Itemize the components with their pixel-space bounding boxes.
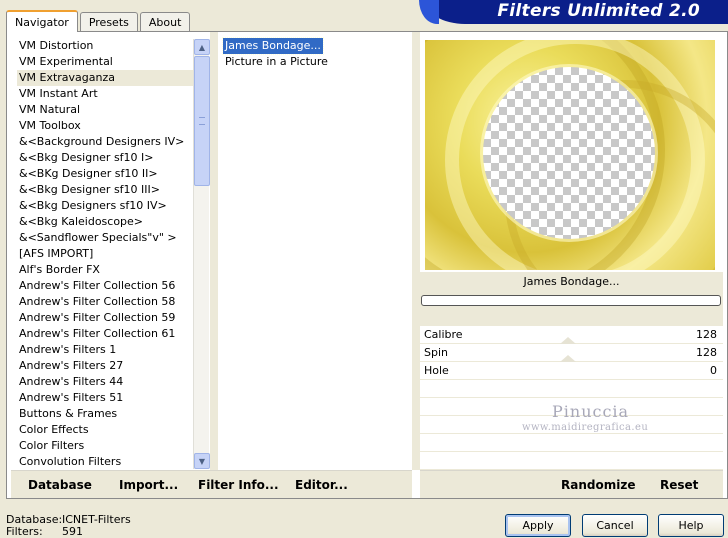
category-item[interactable]: Andrew's Filter Collection 56 <box>17 278 193 294</box>
category-item[interactable]: VM Instant Art <box>17 86 193 102</box>
list-divider[interactable] <box>210 32 218 470</box>
cancel-button[interactable]: Cancel <box>582 514 648 537</box>
preview-divider[interactable] <box>412 32 420 470</box>
slider-value: 0 <box>710 364 717 377</box>
category-item[interactable]: Andrew's Filters 1 <box>17 342 193 358</box>
category-item[interactable]: Andrew's Filter Collection 61 <box>17 326 193 342</box>
filters-label: Filters: <box>6 525 43 538</box>
filter-info-button[interactable]: Filter Info... <box>198 478 279 492</box>
tab-navigator[interactable]: Navigator <box>6 10 78 32</box>
title-banner: Filters Unlimited 2.0 <box>419 0 728 24</box>
effect-list[interactable]: James Bondage... Picture in a Picture <box>222 37 413 70</box>
app-title: Filters Unlimited 2.0 <box>497 1 700 21</box>
apply-button[interactable]: Apply <box>505 514 571 537</box>
category-item[interactable]: &<Background Designers IV> <box>17 134 193 150</box>
database-button[interactable]: Database <box>28 478 92 492</box>
transparent-hole <box>483 67 655 239</box>
progress-bar <box>421 295 721 306</box>
category-item[interactable]: VM Experimental <box>17 54 193 70</box>
slider-label: Calibre <box>424 328 463 341</box>
category-item[interactable]: Andrew's Filter Collection 59 <box>17 310 193 326</box>
status-area: Database: ICNET-Filters Filters: 591 <box>6 514 131 538</box>
slider-empty <box>420 380 723 398</box>
category-item[interactable]: Convolution Filters <box>17 454 193 470</box>
category-item[interactable]: Color Effects <box>17 422 193 438</box>
editor-button[interactable]: Editor... <box>295 478 348 492</box>
chevron-up-icon: ▲ <box>198 42 206 52</box>
category-item[interactable]: Alf's Border FX <box>17 262 193 278</box>
category-item[interactable]: &<Sandflower Specials"v" > <box>17 230 193 246</box>
category-item[interactable]: Color Filters <box>17 438 193 454</box>
tab-strip: Navigator Presets About <box>6 10 192 32</box>
preview-filter-name: James Bondage... <box>420 272 723 292</box>
preview-toolbar: Randomize Reset <box>420 470 723 498</box>
category-item[interactable]: &<BKg Designer sf10 II> <box>17 166 193 182</box>
category-item[interactable]: VM Natural <box>17 102 193 118</box>
category-item[interactable]: &<Bkg Kaleidoscope> <box>17 214 193 230</box>
navigator-toolbar: Database Import... Filter Info... Editor… <box>11 470 412 498</box>
category-item[interactable]: &<Bkg Designers sf10 IV> <box>17 198 193 214</box>
category-item[interactable]: &<Bkg Designer sf10 III> <box>17 182 193 198</box>
filters-count: 591 <box>62 525 83 538</box>
tab-about[interactable]: About <box>139 12 191 32</box>
effect-item[interactable]: James Bondage... <box>222 37 324 55</box>
scroll-thumb[interactable] <box>194 56 210 186</box>
reset-button[interactable]: Reset <box>660 478 698 492</box>
preview-image <box>425 40 715 270</box>
category-item[interactable]: Andrew's Filters 44 <box>17 374 193 390</box>
category-item[interactable]: VM Toolbox <box>17 118 193 134</box>
slider-calibre[interactable]: Calibre 128 <box>420 326 723 344</box>
scroll-up-button[interactable]: ▲ <box>194 39 210 55</box>
slider-value: 128 <box>696 346 717 359</box>
slider-label: Spin <box>424 346 448 359</box>
category-item[interactable]: VM Distortion <box>17 38 193 54</box>
category-item[interactable]: Andrew's Filters 27 <box>17 358 193 374</box>
slider-value: 128 <box>696 328 717 341</box>
slider-spin[interactable]: Spin 128 <box>420 344 723 362</box>
category-item[interactable]: Andrew's Filters 51 <box>17 390 193 406</box>
slider-empty <box>420 452 723 470</box>
tab-presets[interactable]: Presets <box>79 12 138 32</box>
import-button[interactable]: Import... <box>119 478 178 492</box>
slider-hole[interactable]: Hole 0 <box>420 362 723 380</box>
category-item[interactable]: [AFS IMPORT] <box>17 246 193 262</box>
watermark-name: Pinuccia <box>552 402 630 421</box>
category-item[interactable]: VM Extravaganza <box>17 70 193 86</box>
slider-empty <box>420 434 723 452</box>
slider-label: Hole <box>424 364 449 377</box>
randomize-button[interactable]: Randomize <box>561 478 635 492</box>
category-scrollbar[interactable]: ▲ ▼ <box>193 39 210 469</box>
category-item[interactable]: Andrew's Filter Collection 58 <box>17 294 193 310</box>
category-item[interactable]: Buttons & Frames <box>17 406 193 422</box>
watermark-url: www.maidiregrafica.eu <box>522 422 649 433</box>
help-button[interactable]: Help <box>658 514 724 537</box>
slider-marker[interactable] <box>560 355 576 362</box>
category-item[interactable]: &<Bkg Designer sf10 I> <box>17 150 193 166</box>
navigator-panel: VM Distortion VM Experimental VM Extravaga… <box>6 31 728 499</box>
category-list[interactable]: VM Distortion VM Experimental VM Extravaga… <box>17 38 193 470</box>
effect-item[interactable]: Picture in a Picture <box>223 54 330 70</box>
chevron-down-icon: ▼ <box>198 456 206 466</box>
scroll-down-button[interactable]: ▼ <box>194 453 210 469</box>
slider-marker[interactable] <box>560 337 576 344</box>
